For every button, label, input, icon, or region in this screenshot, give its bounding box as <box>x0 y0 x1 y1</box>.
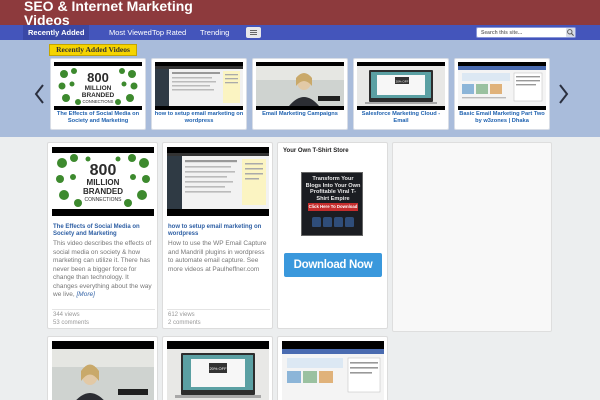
video-description: This video describes the effects of soci… <box>53 240 155 308</box>
more-link[interactable]: [More] <box>77 291 95 298</box>
thumb-text: MILLION <box>87 178 120 187</box>
video-thumbnail[interactable] <box>458 62 546 110</box>
download-now-button[interactable]: Download Now <box>284 253 382 277</box>
ad-title: Your Own T-Shirt Store <box>283 148 349 154</box>
thumb-text: 20% OFF <box>209 366 227 371</box>
carousel-heading: Recently Added Videos <box>49 44 137 56</box>
carousel-item[interactable]: 800 MILLION BRANDED CONNECTIONS The Effe… <box>50 58 146 130</box>
nav-most-viewed[interactable]: Most Viewed <box>109 25 152 40</box>
video-thumbnail[interactable] <box>167 147 269 216</box>
video-thumbnail[interactable]: 20% OFF <box>357 62 445 110</box>
video-card <box>47 336 158 400</box>
search-input[interactable] <box>476 27 576 38</box>
tshirt-icons <box>306 213 360 231</box>
thumb-text: 800 <box>90 162 117 179</box>
thumb-text: 20% OFF <box>396 80 409 84</box>
video-card: 800 MILLION BRANDED CONNECTIONS The Effe… <box>47 142 158 329</box>
nav-recently-added[interactable]: Recently Added <box>23 25 90 40</box>
video-card: 20% OFF <box>162 336 273 400</box>
video-thumbnail[interactable]: 800 MILLION BRANDED CONNECTIONS <box>54 62 142 110</box>
site-title[interactable]: SEO & Internet Marketing Videos <box>24 0 214 25</box>
thumb-text: 800 <box>87 70 109 85</box>
thumb-text: CONNECTIONS <box>85 197 123 203</box>
video-card <box>277 336 388 400</box>
thumb-text: CONNECTIONS <box>83 99 114 104</box>
carousel-item[interactable]: Email Marketing Campaigns <box>252 58 348 130</box>
video-title[interactable]: The Effects of Social Media on Society a… <box>53 224 153 238</box>
nav-top-rated[interactable]: Top Rated <box>152 25 186 40</box>
hamburger-icon[interactable] <box>246 27 261 38</box>
thumb-text: MILLION <box>85 85 112 92</box>
ad-banner[interactable]: Transform Your Blogs Into Your Own Profi… <box>301 172 363 236</box>
divider <box>167 309 270 310</box>
video-thumbnail[interactable]: 800 MILLION BRANDED CONNECTIONS <box>52 147 154 216</box>
carousel-item-title[interactable]: how to setup email marketing on wordpres… <box>154 111 244 127</box>
video-description-text: This video describes the effects of soci… <box>53 240 152 298</box>
site-header: SEO & Internet Marketing Videos <box>0 0 600 25</box>
video-thumbnail[interactable] <box>52 341 154 400</box>
carousel-item-title[interactable]: Basic Email Marketing Part Two by w3zone… <box>457 111 547 127</box>
video-description: How to use the WP Email Capture and Mand… <box>168 240 267 273</box>
ad-banner-button[interactable]: Click Here To Download <box>308 203 358 211</box>
thumb-text: BRANDED <box>82 92 115 99</box>
carousel-item[interactable]: how to setup email marketing on wordpres… <box>151 58 247 130</box>
ad-banner-text: Transform Your Blogs Into Your Own Profi… <box>305 176 361 202</box>
chevron-right-icon[interactable] <box>557 82 571 106</box>
carousel-item-title[interactable]: Email Marketing Campaigns <box>255 111 345 127</box>
carousel-item[interactable]: 20% OFF Salesforce Marketing Cloud - Ema… <box>353 58 449 130</box>
view-count: 344 views <box>53 312 80 318</box>
comment-count[interactable]: 2 comments <box>168 319 201 327</box>
video-card: how to setup email marketing on wordpres… <box>162 142 273 329</box>
video-thumbnail[interactable]: 20% OFF <box>167 341 269 400</box>
video-thumbnail[interactable] <box>155 62 243 110</box>
divider <box>52 309 155 310</box>
view-count: 612 views <box>168 312 195 318</box>
right-sidebar-panel <box>392 142 552 332</box>
carousel-item-title[interactable]: The Effects of Social Media on Society a… <box>53 111 143 127</box>
video-thumbnail[interactable] <box>282 341 384 400</box>
video-title[interactable]: how to setup email marketing on wordpres… <box>168 224 268 238</box>
chevron-left-icon[interactable] <box>32 82 46 106</box>
comment-count[interactable]: 53 comments <box>53 319 89 327</box>
carousel-item[interactable]: Basic Email Marketing Part Two by w3zone… <box>454 58 550 130</box>
nav-trending[interactable]: Trending <box>200 25 229 40</box>
thumb-text: BRANDED <box>83 187 123 196</box>
magnifier-icon[interactable] <box>566 28 575 37</box>
carousel-item-title[interactable]: Salesforce Marketing Cloud - Email <box>356 111 446 127</box>
video-thumbnail[interactable] <box>256 62 344 110</box>
